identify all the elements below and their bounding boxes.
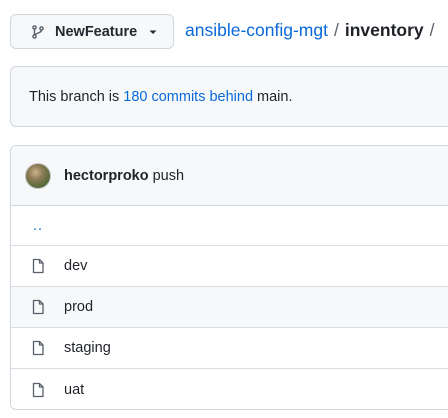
notice-suffix: main. [257, 88, 293, 105]
repo-page: NewFeature ansible-config-mgt / inventor… [0, 0, 448, 418]
file-row-prod[interactable]: prod [11, 287, 448, 328]
breadcrumb-separator: / [429, 20, 435, 40]
commits-behind-link[interactable]: 180 commits behind [123, 89, 253, 105]
latest-commit-row: hectorproko push [11, 146, 448, 206]
caret-down-icon [148, 27, 158, 37]
notice-prefix: This branch is [29, 88, 120, 105]
file-icon [30, 258, 46, 274]
file-icon [30, 382, 46, 398]
parent-directory-link[interactable]: .. [30, 218, 43, 234]
file-name[interactable]: uat [64, 382, 84, 398]
commit-author[interactable]: hectorproko [64, 168, 149, 184]
git-branch-icon [30, 24, 46, 40]
file-name[interactable]: prod [64, 299, 93, 315]
file-row-dev[interactable]: dev [11, 246, 448, 287]
file-row-staging[interactable]: staging [11, 328, 448, 369]
breadcrumb-current-folder: inventory [344, 20, 424, 40]
branch-name: NewFeature [55, 23, 138, 40]
breadcrumb-separator: / [333, 20, 339, 40]
branch-selector-button[interactable]: NewFeature [10, 14, 174, 49]
file-name[interactable]: dev [64, 258, 87, 274]
file-icon [30, 340, 46, 356]
avatar[interactable] [25, 162, 51, 189]
breadcrumb-repo-link[interactable]: ansible-config-mgt [185, 20, 328, 41]
commit-message[interactable]: push [153, 168, 184, 184]
parent-directory-row[interactable]: .. [11, 206, 448, 246]
file-name[interactable]: staging [64, 340, 111, 356]
file-list: hectorproko push .. dev prod staging uat [10, 145, 448, 410]
file-icon [30, 299, 46, 315]
branch-status-notice: This branch is 180 commits behind main. [10, 66, 448, 127]
breadcrumb: ansible-config-mgt / inventory / [185, 20, 441, 41]
file-row-uat[interactable]: uat [11, 369, 448, 409]
